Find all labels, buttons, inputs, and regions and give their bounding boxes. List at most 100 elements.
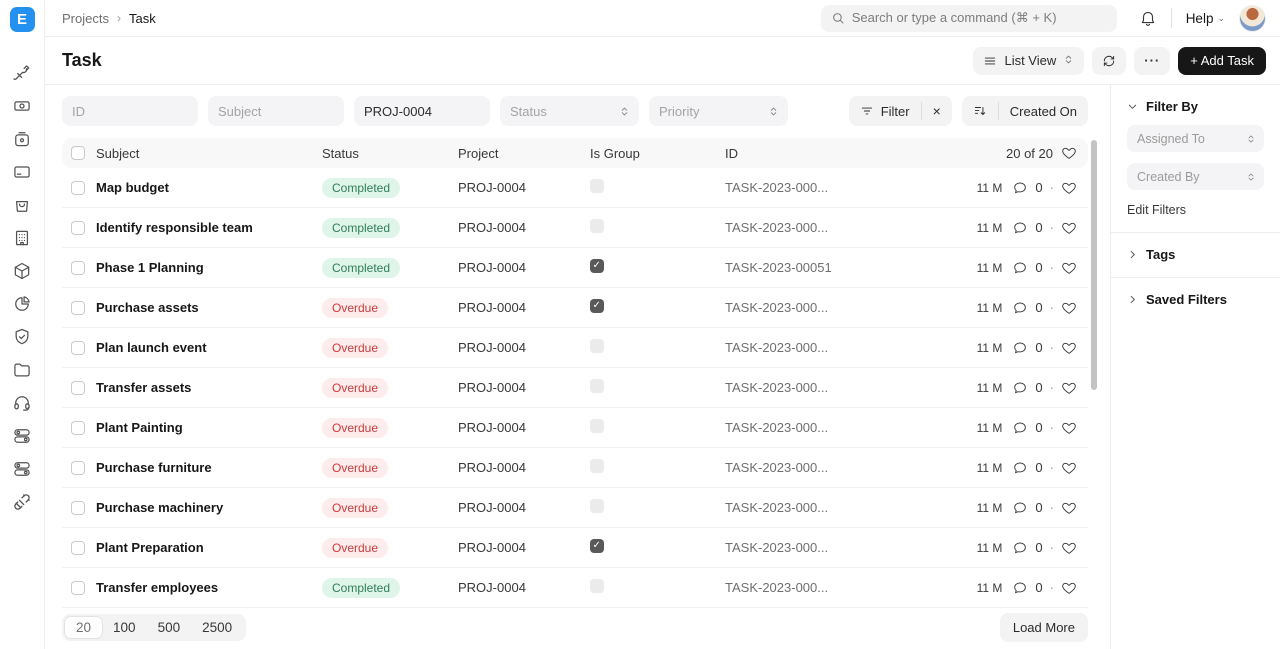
task-subject[interactable]: Transfer employees	[96, 580, 322, 595]
task-subject[interactable]: Purchase machinery	[96, 500, 322, 515]
heart-icon[interactable]	[1061, 340, 1077, 356]
table-row[interactable]: Transfer assets Overdue PROJ-0004 TASK-2…	[62, 368, 1088, 408]
vertical-scrollbar[interactable]	[1091, 140, 1097, 390]
heart-icon[interactable]	[1061, 580, 1077, 596]
row-checkbox[interactable]	[71, 341, 85, 355]
row-checkbox[interactable]	[71, 581, 85, 595]
task-subject[interactable]: Phase 1 Planning	[96, 260, 322, 275]
table-row[interactable]: Identify responsible team Completed PROJ…	[62, 208, 1088, 248]
task-subject[interactable]: Transfer assets	[96, 380, 322, 395]
toggles-icon[interactable]	[6, 419, 39, 452]
card-icon[interactable]	[6, 155, 39, 188]
breadcrumb-task[interactable]: Task	[129, 11, 156, 26]
row-checkbox[interactable]	[71, 301, 85, 315]
heart-icon[interactable]	[1061, 220, 1077, 236]
page-size-option[interactable]: 100	[102, 617, 147, 638]
page-size-option[interactable]: 20	[65, 617, 102, 638]
heart-icon[interactable]	[1061, 380, 1077, 396]
asset-icon[interactable]	[6, 122, 39, 155]
filter-status-select[interactable]: Status	[500, 96, 639, 126]
package-icon[interactable]	[6, 254, 39, 287]
column-header-project[interactable]: Project	[458, 146, 590, 161]
table-row[interactable]: Purchase machinery Overdue PROJ-0004 TAS…	[62, 488, 1088, 528]
shopping-bag-icon[interactable]	[6, 188, 39, 221]
column-header-status[interactable]: Status	[322, 146, 458, 161]
add-task-button[interactable]: + Add Task	[1178, 47, 1266, 75]
row-checkbox[interactable]	[71, 421, 85, 435]
row-checkbox[interactable]	[71, 181, 85, 195]
heart-icon[interactable]	[1061, 420, 1077, 436]
tags-section-toggle[interactable]: Tags	[1127, 233, 1264, 262]
folder-icon[interactable]	[6, 353, 39, 386]
load-more-button[interactable]: Load More	[1000, 613, 1088, 642]
task-subject[interactable]: Plant Painting	[96, 420, 322, 435]
column-header-isgroup[interactable]: Is Group	[590, 146, 725, 161]
heart-icon[interactable]	[1061, 300, 1077, 316]
row-checkbox[interactable]	[71, 461, 85, 475]
expense-icon[interactable]	[6, 89, 39, 122]
column-header-id[interactable]: ID	[725, 146, 960, 161]
erpnext-logo[interactable]: E	[10, 7, 35, 32]
row-checkbox[interactable]	[71, 541, 85, 555]
table-row[interactable]: Plan launch event Overdue PROJ-0004 TASK…	[62, 328, 1088, 368]
toggles2-icon[interactable]	[6, 452, 39, 485]
breadcrumb-projects[interactable]: Projects	[62, 11, 109, 26]
help-menu[interactable]: Help ⌄	[1186, 11, 1225, 26]
filter-id-input[interactable]	[62, 96, 198, 126]
sort-field-button[interactable]: Created On	[999, 96, 1088, 126]
task-subject[interactable]: Plant Preparation	[96, 540, 322, 555]
row-checkbox[interactable]	[71, 261, 85, 275]
heart-icon[interactable]	[1061, 540, 1077, 556]
task-subject[interactable]: Purchase assets	[96, 300, 322, 315]
row-checkbox[interactable]	[71, 501, 85, 515]
table-row[interactable]: Transfer employees Completed PROJ-0004 T…	[62, 568, 1088, 608]
sort-direction-button[interactable]	[962, 96, 998, 126]
tools-icon[interactable]	[6, 56, 39, 89]
assigned-to-select[interactable]: Assigned To	[1127, 125, 1264, 152]
filter-subject-input[interactable]	[208, 96, 344, 126]
page-size-option[interactable]: 500	[147, 617, 192, 638]
filter-by-section-toggle[interactable]: Filter By	[1127, 99, 1264, 114]
table-row[interactable]: Plant Preparation Overdue PROJ-0004 TASK…	[62, 528, 1088, 568]
heart-icon[interactable]	[1061, 500, 1077, 516]
column-header-subject[interactable]: Subject	[96, 146, 322, 161]
edit-filters-link[interactable]: Edit Filters	[1127, 203, 1264, 217]
user-avatar[interactable]	[1239, 5, 1266, 32]
task-subject[interactable]: Identify responsible team	[96, 220, 322, 235]
status-badge: Overdue	[322, 378, 388, 398]
clear-filter-button[interactable]: ×	[922, 96, 952, 126]
heart-icon[interactable]	[1061, 180, 1077, 196]
task-subject[interactable]: Map budget	[96, 180, 322, 195]
task-subject[interactable]: Purchase furniture	[96, 460, 322, 475]
table-row[interactable]: Plant Painting Overdue PROJ-0004 TASK-20…	[62, 408, 1088, 448]
filter-project-input[interactable]	[354, 96, 490, 126]
page-size-option[interactable]: 2500	[191, 617, 243, 638]
select-all-checkbox[interactable]	[71, 146, 85, 160]
headset-icon[interactable]	[6, 386, 39, 419]
shield-check-icon[interactable]	[6, 320, 39, 353]
more-menu-button[interactable]: ···	[1134, 47, 1170, 75]
task-subject[interactable]: Plan launch event	[96, 340, 322, 355]
notifications-bell-icon[interactable]	[1139, 9, 1157, 27]
row-checkbox[interactable]	[71, 381, 85, 395]
saved-filters-section-toggle[interactable]: Saved Filters	[1127, 278, 1264, 307]
heart-icon[interactable]	[1061, 260, 1077, 276]
global-search-input[interactable]: Search or type a command (⌘ + K)	[821, 5, 1117, 32]
table-row[interactable]: Phase 1 Planning Completed PROJ-0004 TAS…	[62, 248, 1088, 288]
table-row[interactable]: Purchase furniture Overdue PROJ-0004 TAS…	[62, 448, 1088, 488]
created-by-select[interactable]: Created By	[1127, 163, 1264, 190]
heart-icon[interactable]	[1061, 145, 1077, 161]
building-icon[interactable]	[6, 221, 39, 254]
pie-chart-icon[interactable]	[6, 287, 39, 320]
filter-button[interactable]: Filter	[849, 96, 921, 126]
comment-count: 0	[1035, 460, 1042, 475]
view-selector-button[interactable]: List View	[973, 47, 1084, 75]
table-row[interactable]: Purchase assets Overdue PROJ-0004 TASK-2…	[62, 288, 1088, 328]
table-row[interactable]: Map budget Completed PROJ-0004 TASK-2023…	[62, 168, 1088, 208]
row-checkbox[interactable]	[71, 221, 85, 235]
refresh-button[interactable]	[1092, 47, 1126, 75]
filter-icon	[860, 104, 874, 118]
filter-priority-select[interactable]: Priority	[649, 96, 788, 126]
heart-icon[interactable]	[1061, 460, 1077, 476]
plug-icon[interactable]	[6, 485, 39, 518]
